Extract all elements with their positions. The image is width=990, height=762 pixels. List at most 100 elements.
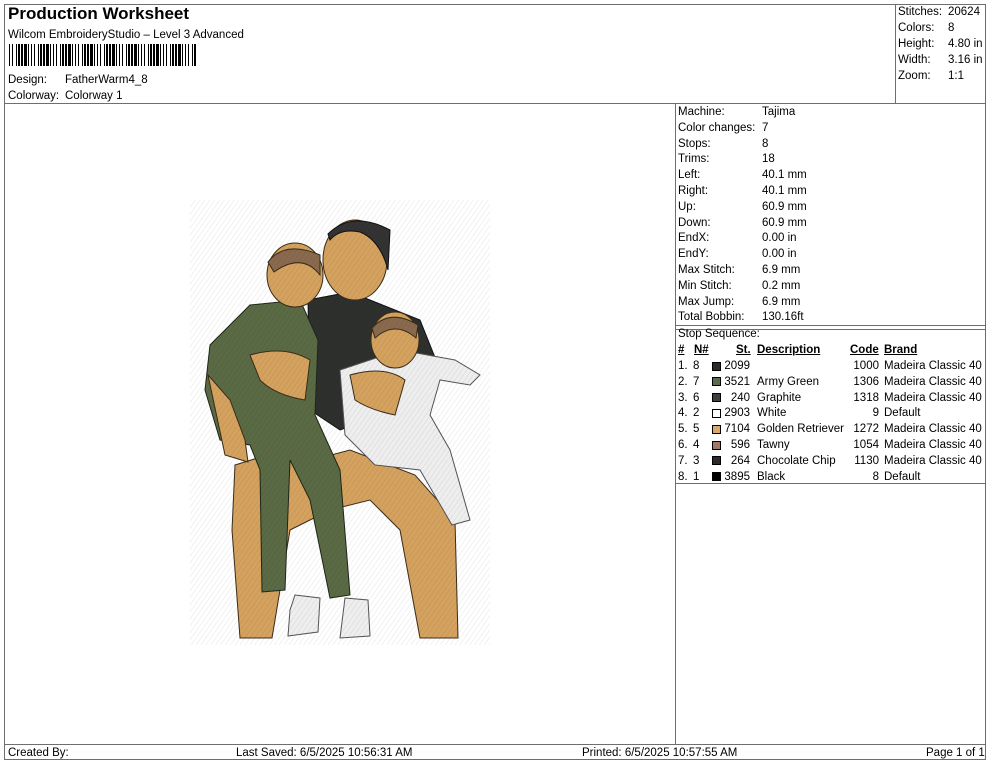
machine-info-label: Left: [678,169,701,182]
needle-number: 6 [693,391,700,404]
thread-brand: Madeira Classic 40 [884,360,982,372]
machine-info-value: 6.9 mm [762,264,801,276]
barcode-bar [104,44,105,66]
machine-info-value: 130.16ft [762,311,804,324]
machine-info-value: 40.1 mm [762,169,807,182]
last-saved: Last Saved: 6/5/2025 10:56:31 AM [236,747,413,759]
needle-number: 2 [693,407,700,420]
barcode-bar [60,44,61,66]
design-value: FatherWarm4_8 [65,74,148,86]
barcode-bar [9,44,10,66]
row-number: 6. [678,439,688,451]
machine-info-label: Up: [678,200,696,213]
barcode-bar [128,44,130,66]
column-header-st: St. [736,344,751,356]
barcode-bar [144,44,145,66]
barcode-bar [119,44,120,66]
thread-description: Black [757,470,786,483]
summary-label: Zoom: [898,70,931,82]
machine-info-value: 0.00 in [762,232,797,245]
barcode-bar [109,44,111,66]
summary-value: 3.16 in [948,54,983,66]
barcode-bar [31,44,32,66]
barcode-bar [175,44,177,66]
barcode-bar [131,44,133,66]
barcode-bar [72,44,73,66]
barcode-bar [156,44,159,66]
stitch-count: 2903 [724,407,750,420]
summary-value: 20624 [948,6,980,18]
row-number: 3. [678,391,688,404]
stitch-count: 3895 [724,470,750,483]
barcode-bar [188,44,189,66]
barcode-bar [62,44,64,66]
thread-brand: Madeira Classic 40 [884,423,982,436]
machine-info-value: 60.9 mm [762,200,807,213]
machine-info-value: 6.9 mm [762,295,801,308]
barcode-bar [185,44,186,66]
barcode-bar [50,44,51,66]
page-title: Production Worksheet [8,4,190,23]
barcode-bar [53,44,54,66]
barcode-bar [106,44,108,66]
needle-number: 8 [693,360,700,372]
row-number: 5. [678,423,688,436]
machine-info-value: 0.00 in [762,248,797,261]
design-label: Design: [8,74,47,86]
thread-code: 1318 [853,391,879,404]
machine-info-label: Total Bobbin: [678,311,745,324]
thread-code: 1000 [853,360,879,372]
summary-label: Height: [898,38,935,50]
barcode-bar [78,44,79,66]
software-subtitle: Wilcom EmbroideryStudio – Level 3 Advanc… [8,29,244,41]
machine-info-label: Max Stitch: [678,264,735,276]
barcode-bar [97,44,98,66]
barcode-bar [12,44,13,66]
machine-info-label: Machine: [678,106,725,118]
barcode-bar [192,44,193,66]
barcode-bar [116,44,117,66]
thread-code: 1054 [853,439,879,451]
machine-info-label: EndX: [678,232,710,245]
barcode-bar [82,44,83,66]
barcode-bar [21,44,23,66]
stop-sequence-title: Stop Sequence: [678,328,760,340]
barcode-bar [90,44,93,66]
barcode-bar [194,44,196,66]
thread-description: White [757,407,787,420]
column-header-n: N# [694,344,709,356]
thread-description: Chocolate Chip [757,454,836,467]
thread-brand: Default [884,470,921,483]
summary-value: 4.80 in [948,38,983,50]
thread-brand: Madeira Classic 40 [884,454,982,467]
barcode-bar [100,44,101,66]
barcode-bar [138,44,139,66]
barcode-bar [65,44,67,66]
barcode-bar [16,44,17,66]
summary-label: Width: [898,54,931,66]
thread-code: 9 [872,407,879,420]
machine-info-value: 40.1 mm [762,185,807,197]
barcode-bar [34,44,35,66]
barcode-bar [46,44,49,66]
barcode-bar [40,44,42,66]
stitch-count: 7104 [724,423,750,436]
stitch-count: 2099 [724,360,750,372]
thread-brand: Madeira Classic 40 [884,391,982,404]
summary-label: Colors: [898,22,935,34]
needle-number: 5 [693,423,700,436]
barcode-bar [170,44,171,66]
thread-code: 8 [872,470,879,483]
barcode-bar [134,44,137,66]
machine-info-label: EndY: [678,248,709,261]
machine-info-label: Color changes: [678,121,756,134]
barcode-bar [172,44,174,66]
machine-info-label: Trims: [678,153,710,166]
needle-number: 4 [693,439,700,451]
barcode-bar [126,44,127,66]
barcode-bar [141,44,142,66]
machine-info-value: 0.2 mm [762,279,801,292]
thread-code: 1306 [853,375,879,388]
barcode-bar [160,44,161,66]
thread-description: Golden Retriever [757,423,844,436]
